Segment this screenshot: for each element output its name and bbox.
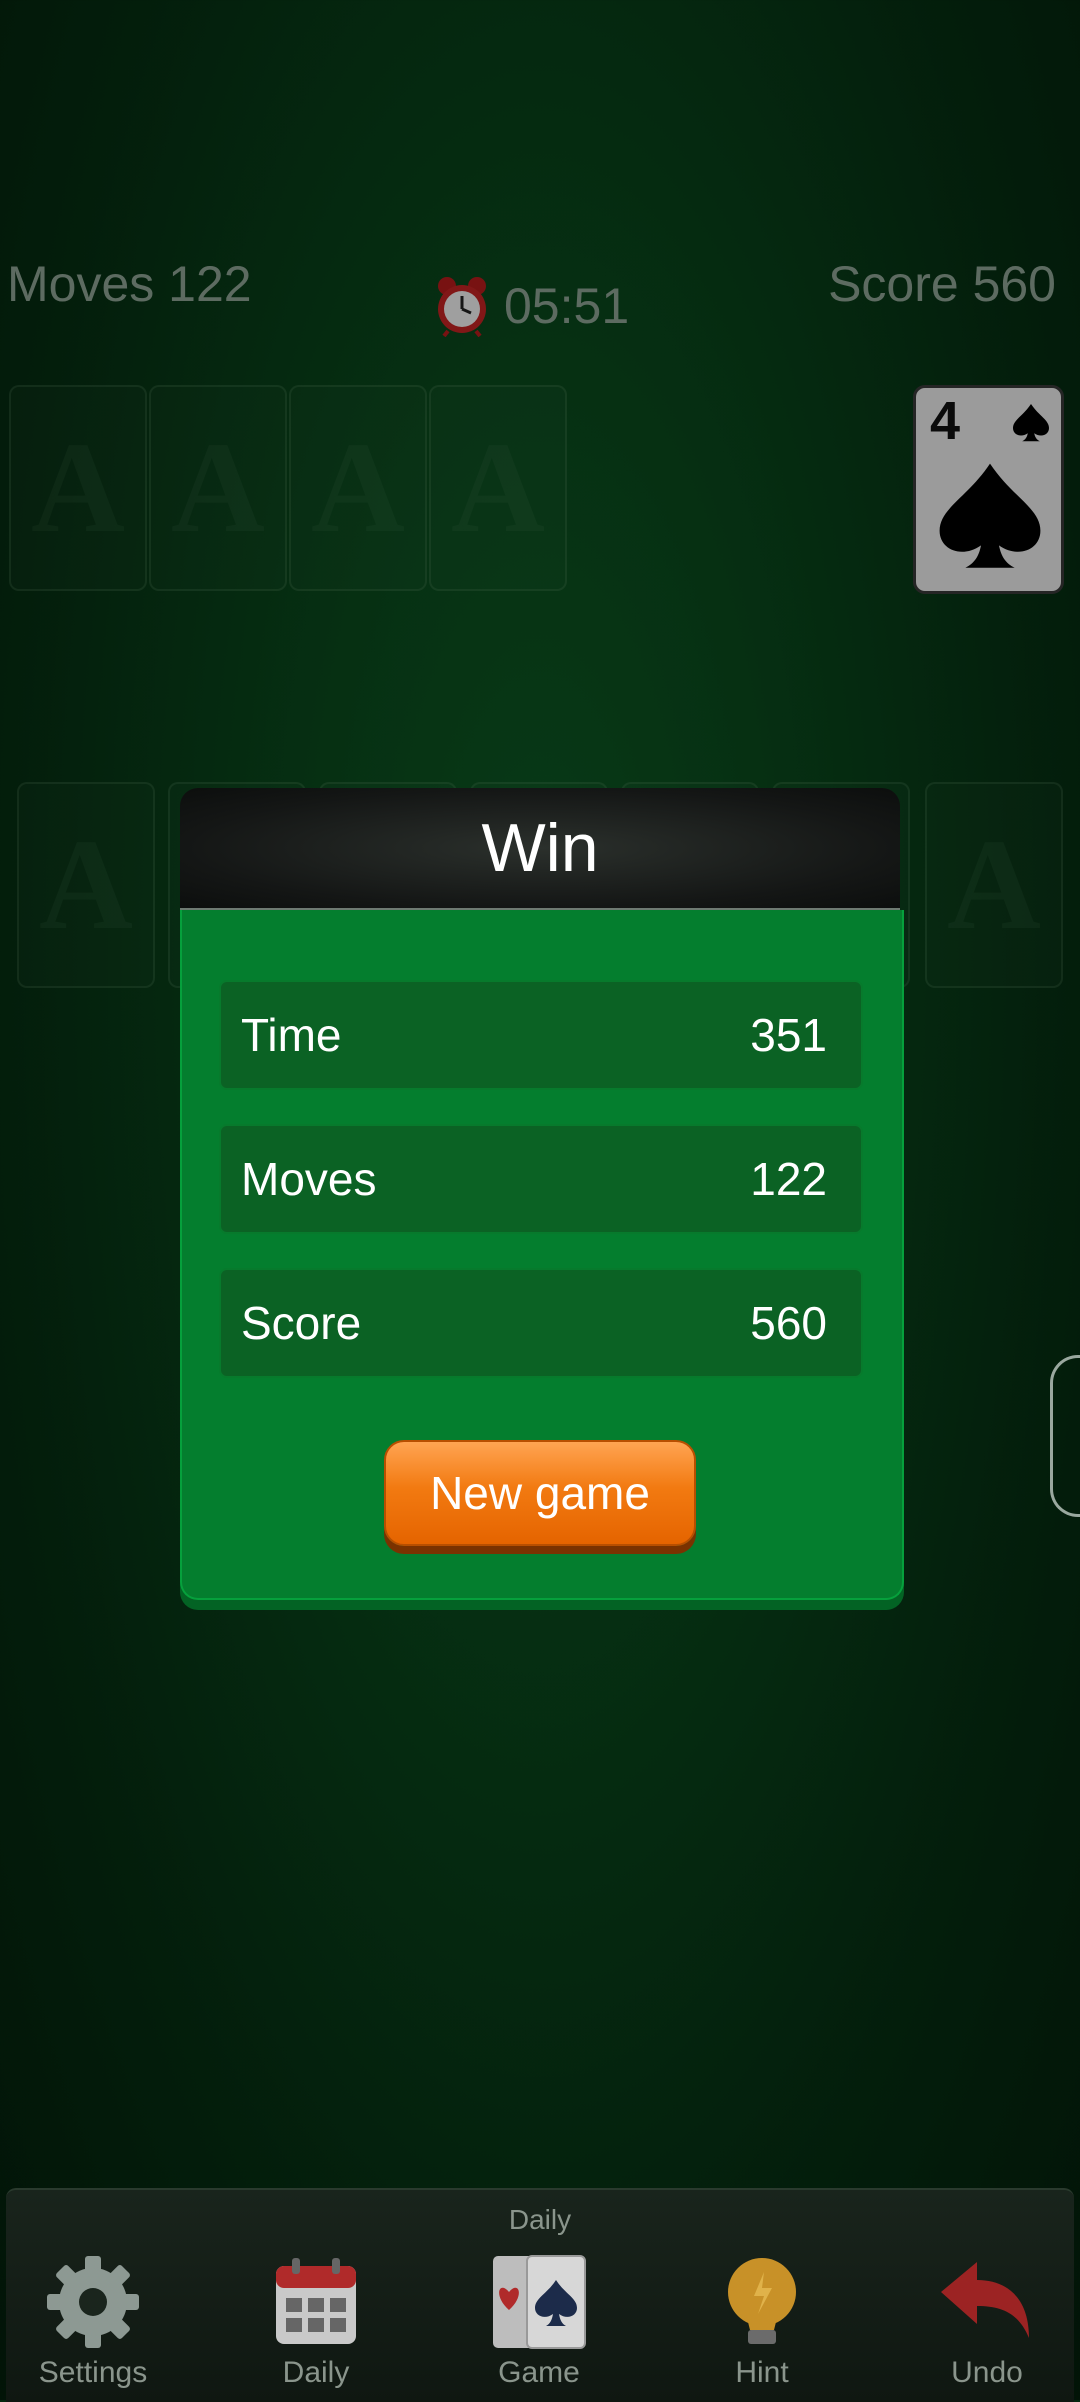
cards-icon [493,2255,586,2349]
nav-label: Settings [38,2356,148,2389]
win-dialog: Win Time 351 Moves 122 Score 560 New gam… [180,788,904,1608]
calendar-icon [276,2258,356,2344]
stat-label: Score [241,1297,362,1349]
stat-row-moves: Moves 122 [219,1124,863,1234]
stat-label: Moves [241,1153,377,1205]
toolbar-caption: Daily [508,2204,572,2235]
stat-row-score: Score 560 [219,1268,863,1378]
side-drawer-handle[interactable] [1050,1355,1080,1517]
lightbulb-icon [728,2258,796,2344]
nav-label: Undo [951,2356,1023,2389]
hint-button[interactable]: Hint [677,2252,847,2390]
undo-arrow-icon [941,2262,1029,2338]
dialog-header: Win [180,788,900,911]
dialog-title: Win [481,810,599,886]
nav-label: Daily [282,2356,350,2389]
stat-value: 122 [750,1153,827,1205]
nav-label: Hint [735,2356,789,2389]
game-button[interactable]: Game [454,2252,624,2390]
settings-button[interactable]: Settings [8,2252,178,2390]
stat-row-time: Time 351 [219,980,863,1090]
stat-value: 560 [750,1297,827,1349]
daily-button[interactable]: Daily [231,2252,401,2390]
gear-icon [47,2256,139,2348]
stat-value: 351 [750,1009,827,1061]
nav-label: Game [498,2356,580,2389]
new-game-button[interactable]: New game [384,1440,696,1546]
stat-label: Time [241,1009,342,1061]
dialog-body: Time 351 Moves 122 Score 560 New game [180,910,904,1600]
undo-button[interactable]: Undo [902,2252,1072,2390]
